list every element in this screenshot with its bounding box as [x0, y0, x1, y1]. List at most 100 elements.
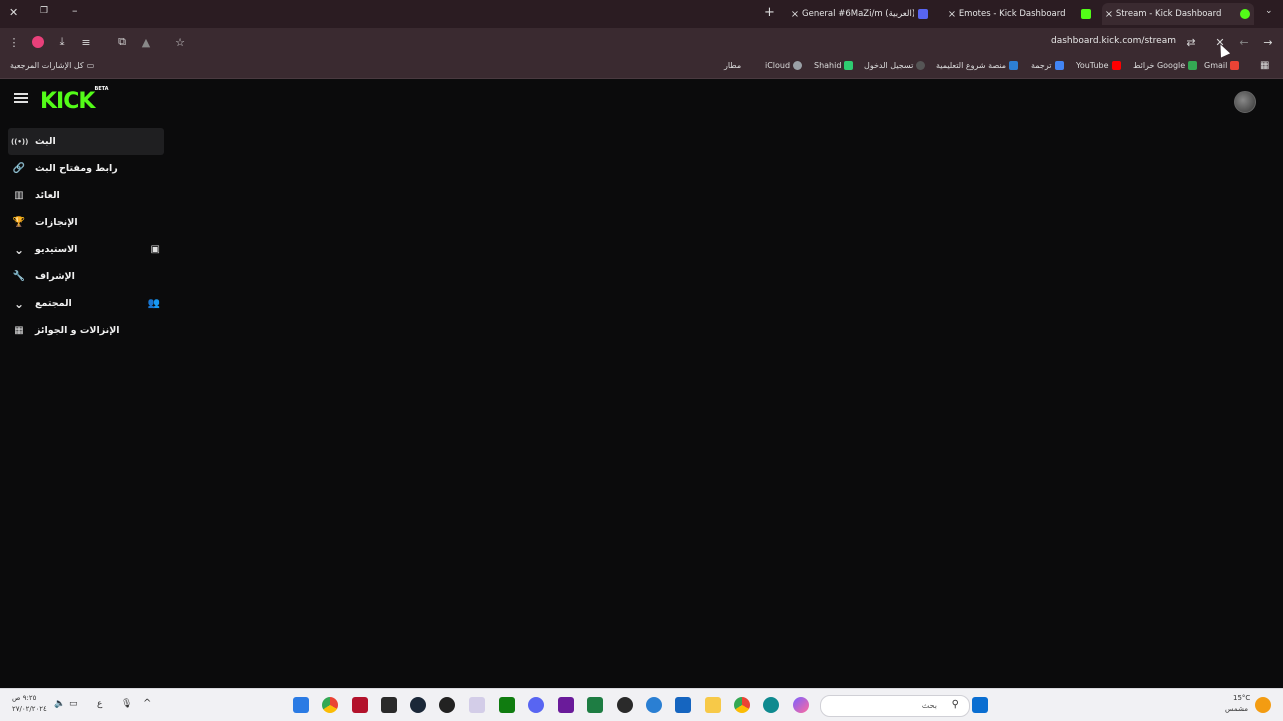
taskbar-search[interactable]: بحث ⚲: [820, 695, 970, 717]
weather-label[interactable]: مشمس: [1225, 705, 1248, 713]
sidebar-item-label: الاستيديو: [35, 244, 78, 255]
epic-games-icon[interactable]: [381, 697, 397, 713]
windows-taskbar: ٩:٢٥ ص ٢٧/٠٢/٢٠٢٤ 🔈 ▭ ع 🎙 ^ بحث ⚲ 15°C م…: [0, 688, 1283, 721]
menu-icon[interactable]: ⋮: [6, 34, 22, 50]
steam-icon[interactable]: [410, 697, 426, 713]
search-icon: ⚲: [951, 699, 959, 710]
language-indicator[interactable]: ع: [97, 699, 102, 709]
windows-start-icon[interactable]: [972, 697, 988, 713]
microphone-icon[interactable]: 🎙: [121, 699, 132, 709]
app-icon-circle[interactable]: [439, 697, 455, 713]
chrome-icon[interactable]: [322, 697, 338, 713]
tab-close-icon[interactable]: ×: [788, 9, 802, 20]
browser-toolbar: ⋮ ⤓ ≡ ⧉ ▲ ☆ dashboard.kick.com/stream ⇄ …: [0, 28, 1283, 56]
user-avatar[interactable]: [1234, 91, 1256, 113]
reading-list-icon[interactable]: ≡: [78, 34, 94, 50]
hamburger-menu-icon[interactable]: [14, 91, 28, 105]
display-icon[interactable]: ▭: [69, 699, 78, 709]
new-tab-button[interactable]: +: [764, 5, 775, 20]
sidebar-item-label: الإشراف: [35, 271, 75, 282]
tab-close-icon[interactable]: ×: [945, 9, 959, 20]
itunes-icon[interactable]: [469, 697, 485, 713]
sidebar-item-label: الإنجازات: [35, 217, 78, 228]
sidebar-item-label: رابط ومفتاح البث: [35, 163, 118, 174]
app-header: KICKBETA: [0, 79, 1283, 123]
sidebar-item-stream[interactable]: ((•)) البث: [8, 128, 164, 155]
gifts-icon: ▦: [14, 325, 24, 336]
bookmark-item[interactable]: منصة شروع التعليمية: [936, 61, 1019, 70]
app-icon-next[interactable]: [558, 697, 574, 713]
kick-favicon-icon: [1081, 9, 1091, 19]
tab-title: General #6MaZi/m (العربية) - G: [802, 9, 914, 19]
chrome-icon[interactable]: [734, 697, 750, 713]
bookmark-star-icon[interactable]: ☆: [172, 34, 188, 50]
sidebar-item-community[interactable]: ⌄ المجتمع 👥: [8, 290, 164, 317]
bookmark-item[interactable]: iCloud: [765, 61, 803, 70]
sidebar-item-achievements[interactable]: 🏆 الإنجازات: [8, 209, 164, 236]
apps-grid-icon[interactable]: ▦: [1260, 60, 1269, 71]
acrobat-icon[interactable]: [352, 697, 368, 713]
sidebar-item-studio[interactable]: ⌄ الاستيديو ▣: [8, 236, 164, 263]
profile-icon[interactable]: [30, 34, 46, 50]
sidebar-item-label: البث: [35, 136, 56, 147]
bookmark-item[interactable]: تسجيل الدخول: [864, 61, 926, 70]
download-icon[interactable]: ⤓: [54, 34, 70, 50]
xbox-icon[interactable]: [499, 697, 515, 713]
sidebar: ((•)) البث 🔗 رابط ومفتاح البث ▥ العائد 🏆…: [8, 128, 164, 344]
studio-icon: ▣: [150, 244, 160, 255]
folder-icon: ▭: [86, 61, 95, 70]
sidebar-item-drops[interactable]: ▦ الإنزالات و الجوائز: [8, 317, 164, 344]
globe-icon: [916, 61, 926, 70]
chevron-up-icon[interactable]: ^: [143, 698, 151, 709]
broadcast-icon: ((•)): [11, 137, 29, 146]
kick-logo[interactable]: KICKBETA: [40, 86, 109, 114]
address-bar[interactable]: dashboard.kick.com/stream: [1051, 36, 1176, 46]
sidebar-item-stream-key[interactable]: 🔗 رابط ومفتاح البث: [8, 155, 164, 182]
app-icon-dark[interactable]: [617, 697, 633, 713]
app-icon-green[interactable]: [587, 697, 603, 713]
bookmark-item[interactable]: خرائط Google: [1133, 61, 1198, 70]
clock-time[interactable]: ٩:٢٥ ص: [12, 694, 36, 702]
speaker-icon[interactable]: 🔈: [54, 699, 65, 709]
sidebar-item-label: المجتمع: [35, 298, 72, 309]
close-window-icon[interactable]: ✕: [9, 6, 18, 19]
restore-window-icon[interactable]: ❐: [40, 6, 48, 16]
site-settings-icon[interactable]: ⇄: [1183, 34, 1199, 50]
discord-favicon-icon: [918, 9, 928, 19]
bookmarks-bar: كل الإشارات المرجعية ▭ Gmail خرائط Googl…: [0, 56, 1283, 79]
sidebar-item-moderation[interactable]: 🔧 الإشراف: [8, 263, 164, 290]
tab-close-icon[interactable]: ×: [1102, 9, 1116, 20]
forward-icon[interactable]: →: [1260, 34, 1276, 50]
clock-date[interactable]: ٢٧/٠٢/٢٠٢٤: [12, 705, 47, 713]
tab-search-icon[interactable]: ⌄: [1265, 6, 1273, 16]
extension-icon[interactable]: ▲: [138, 34, 154, 50]
file-explorer-icon[interactable]: [705, 697, 721, 713]
bookmark-item[interactable]: ترجمة: [1031, 61, 1064, 70]
sidebar-item-revenue[interactable]: ▥ العائد: [8, 182, 164, 209]
discord-icon[interactable]: [528, 697, 544, 713]
extensions-icon[interactable]: ⧉: [114, 34, 130, 50]
back-icon[interactable]: ←: [1236, 34, 1252, 50]
app-icon-blue[interactable]: [646, 697, 662, 713]
trophy-icon: 🏆: [12, 217, 26, 228]
youtube-icon: [1111, 61, 1121, 70]
chevron-down-icon: ⌄: [13, 242, 25, 257]
store-icon[interactable]: [675, 697, 691, 713]
bookmark-item[interactable]: Gmail: [1204, 61, 1240, 70]
minimize-window-icon[interactable]: –: [72, 4, 78, 17]
browser-tab-strip: ✕ ❐ – + × General #6MaZi/m (العربية) - G…: [0, 0, 1283, 28]
tab-discord[interactable]: × General #6MaZi/m (العربية) - G: [788, 3, 938, 25]
bookmark-item[interactable]: YouTube: [1076, 61, 1121, 70]
weather-temp[interactable]: 15°C: [1233, 694, 1250, 702]
link-icon: 🔗: [12, 163, 26, 174]
all-bookmarks[interactable]: كل الإشارات المرجعية ▭: [10, 61, 94, 70]
app-icon-f[interactable]: [293, 697, 309, 713]
shahid-icon: [844, 61, 854, 70]
bookmark-item[interactable]: Shahid: [814, 61, 854, 70]
sun-icon[interactable]: [1255, 697, 1271, 713]
edge-icon[interactable]: [763, 697, 779, 713]
bookmark-item[interactable]: مطار: [724, 61, 741, 70]
tab-emotes[interactable]: × Emotes - Kick Dashboard: [945, 3, 1095, 25]
tab-stream[interactable]: × Stream - Kick Dashboard: [1102, 3, 1254, 25]
copilot-icon[interactable]: [793, 697, 809, 713]
